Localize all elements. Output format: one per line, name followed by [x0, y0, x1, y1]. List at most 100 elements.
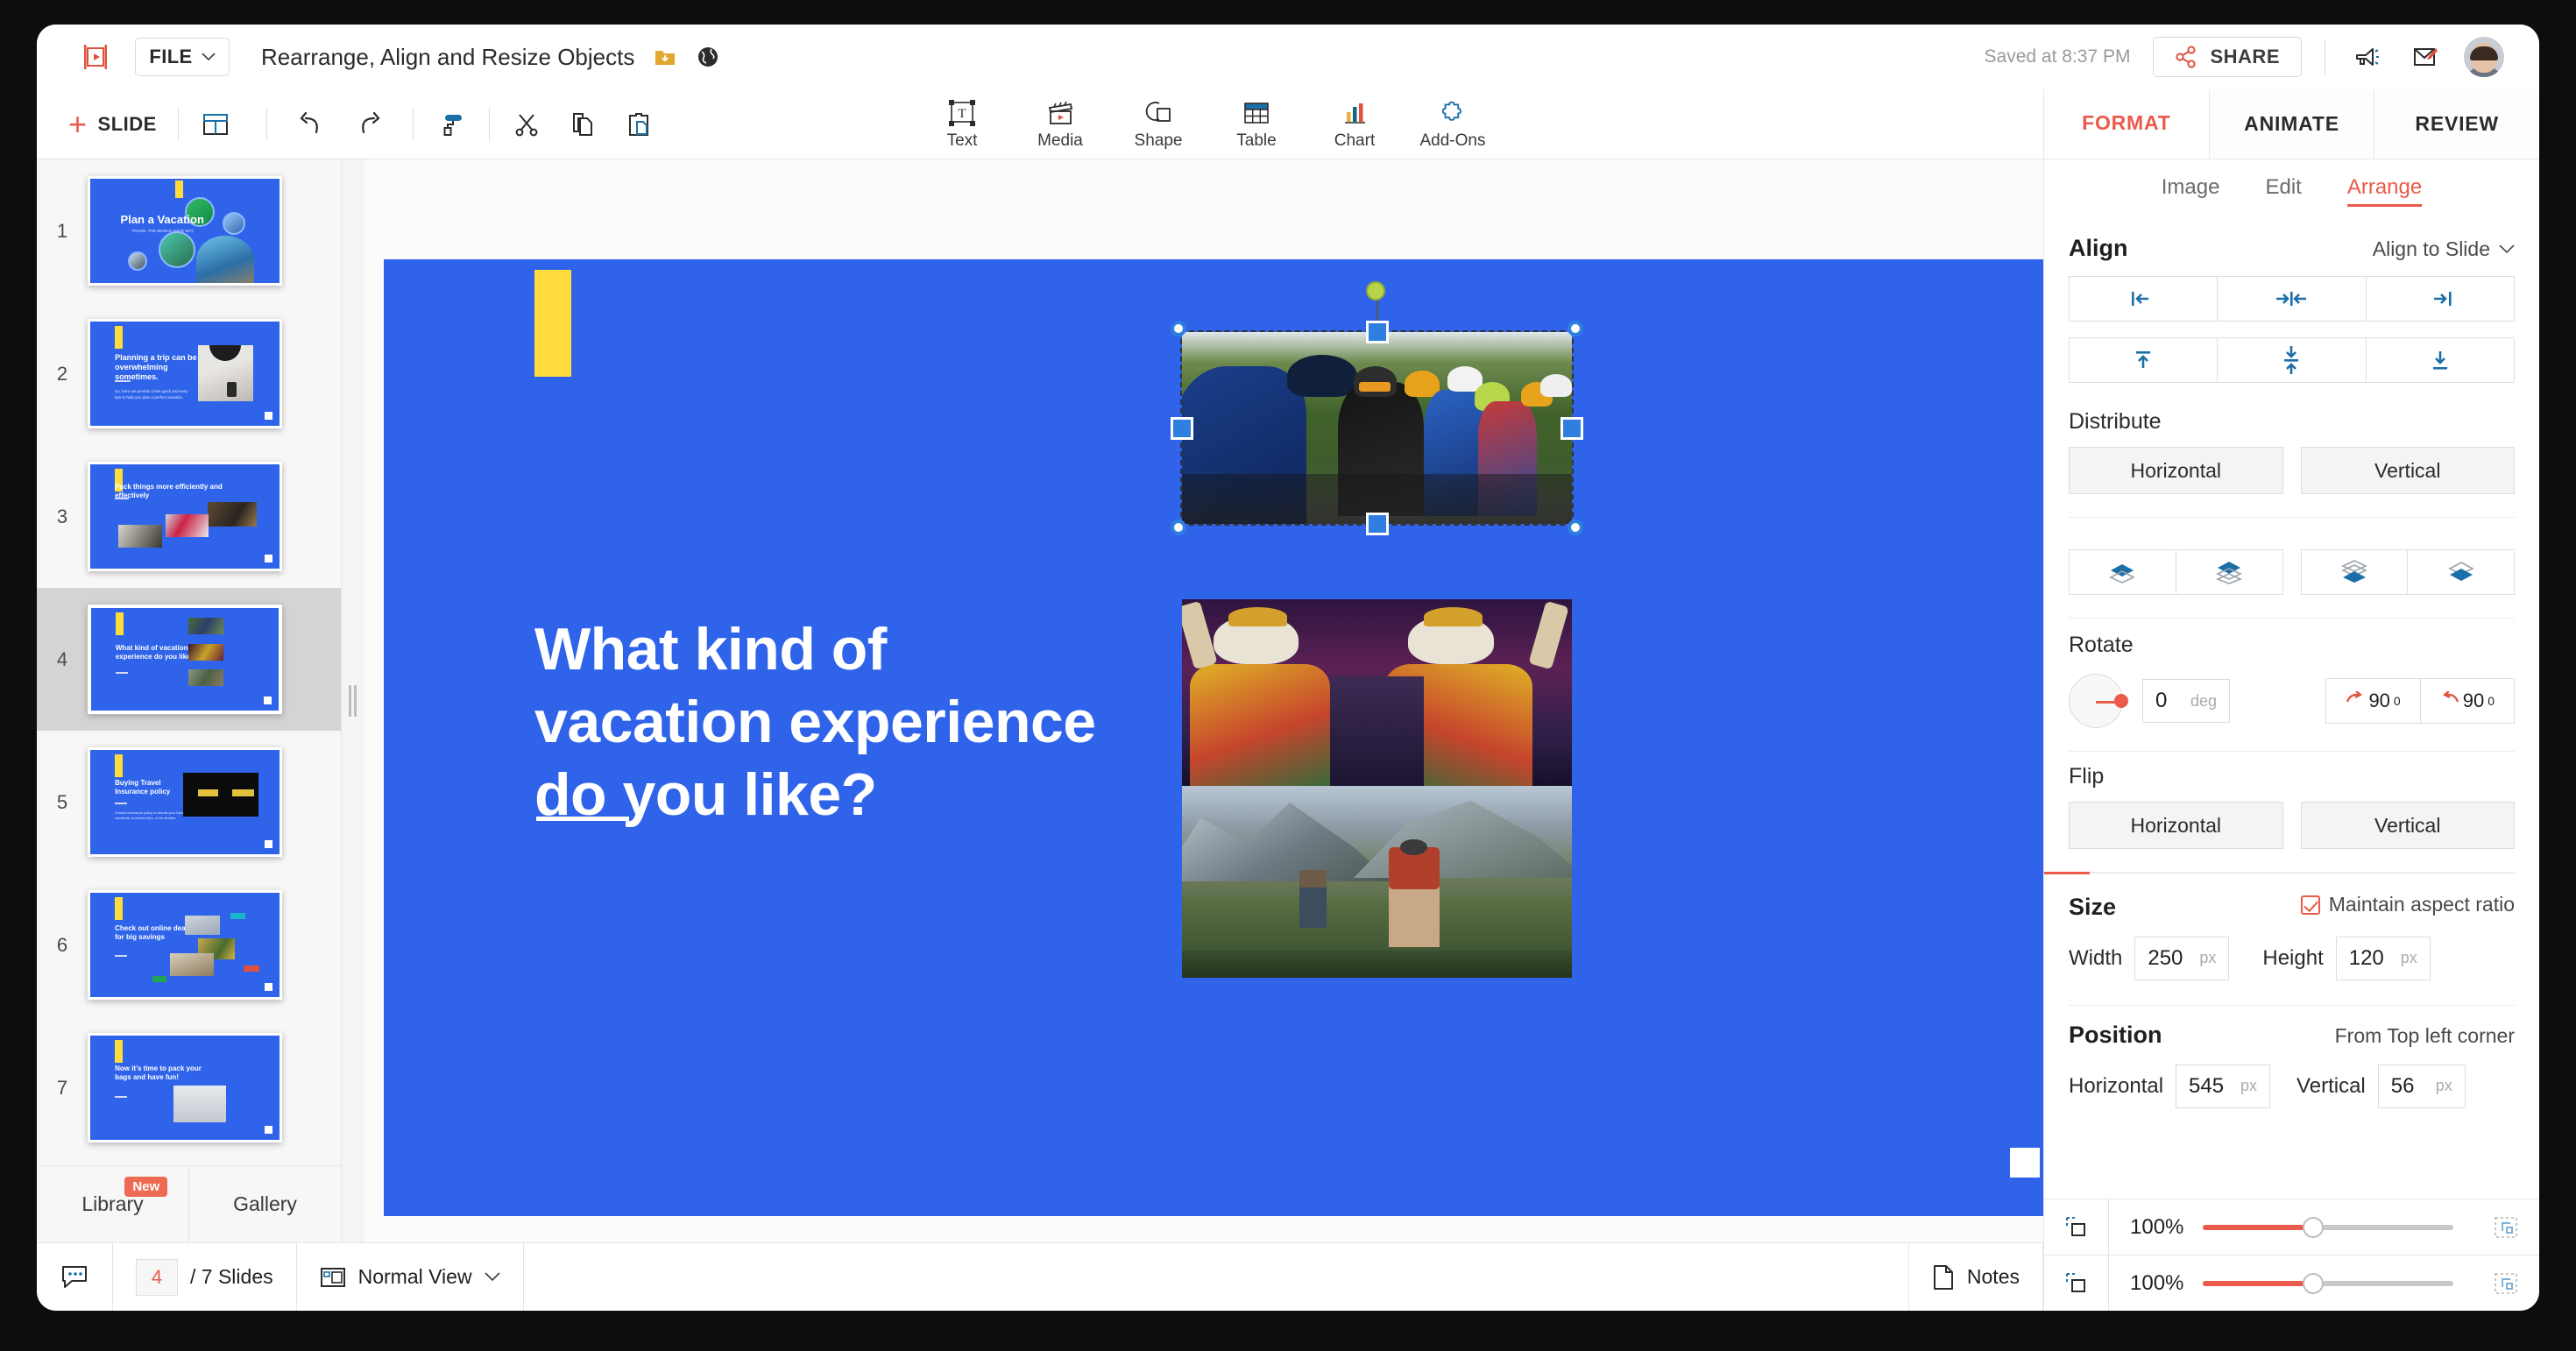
subtab-image[interactable]: Image	[2162, 175, 2220, 207]
current-slide-input[interactable]: 4	[136, 1258, 178, 1296]
slide-canvas[interactable]: What kind of vacation experience do you …	[384, 259, 2075, 1216]
align-bottom-button[interactable]	[2366, 337, 2515, 383]
align-center-horizontal-button[interactable]	[2218, 276, 2367, 322]
distribute-horizontal-button[interactable]: Horizontal	[2069, 447, 2283, 494]
fit-object-icon[interactable]	[2044, 1256, 2109, 1311]
share-button[interactable]: SHARE	[2153, 37, 2302, 77]
slide-thumbnail[interactable]: What kind of vacation experience do you …	[87, 604, 283, 715]
height-input[interactable]: 120 px	[2335, 936, 2431, 980]
resize-handle-bottom-right[interactable]	[1568, 520, 1583, 535]
insert-addons-button[interactable]: Add-Ons	[1404, 89, 1502, 159]
distribute-vertical-button[interactable]: Vertical	[2300, 447, 2515, 494]
tab-animate[interactable]: ANIMATE	[2208, 89, 2374, 159]
scissors-icon[interactable]	[504, 102, 549, 147]
subtab-edit[interactable]: Edit	[2265, 175, 2301, 207]
compose-icon[interactable]	[2406, 38, 2445, 76]
subtab-arrange[interactable]: Arrange	[2346, 175, 2423, 207]
slide-thumbnail[interactable]: Check out online deals for big savings	[88, 890, 282, 1000]
tab-review[interactable]: REVIEW	[2374, 89, 2539, 159]
insert-table-button[interactable]: Table	[1207, 89, 1306, 159]
slide-thumbnail-item-active[interactable]: 4 What kind of vacation experience do yo…	[37, 588, 341, 731]
tab-format[interactable]: FORMAT	[2044, 89, 2209, 159]
align-right-button[interactable]	[2366, 276, 2515, 322]
rotate-clockwise-button[interactable]: 90 0	[2325, 678, 2421, 724]
paste-icon[interactable]	[616, 102, 662, 147]
zoom-slider-knob[interactable]	[2303, 1216, 2325, 1238]
bring-forward-button[interactable]	[2069, 549, 2176, 595]
order-group-right	[2300, 549, 2515, 595]
rotate-handle[interactable]	[1365, 281, 1385, 301]
panel-tab-gallery[interactable]: Gallery	[188, 1166, 341, 1242]
align-middle-vertical-button[interactable]	[2218, 337, 2367, 383]
flip-horizontal-button[interactable]: Horizontal	[2069, 802, 2283, 849]
slide-thumbnail[interactable]: Now it's time to pack your bags and have…	[88, 1033, 282, 1142]
toolbar-divider	[488, 107, 490, 141]
comment-button[interactable]	[37, 1243, 112, 1312]
fit-screen-icon[interactable]	[2473, 1271, 2539, 1296]
slide-thumbnail[interactable]: Pack things more efficiently and effecti…	[88, 462, 282, 571]
resize-handle-middle-right[interactable]	[1560, 416, 1583, 440]
rotate-dial-knob[interactable]	[2114, 694, 2128, 708]
resize-handle-top-left[interactable]	[1171, 321, 1186, 336]
copy-icon[interactable]	[560, 102, 605, 147]
rotate-counterclockwise-button[interactable]: 90 0	[2420, 678, 2515, 724]
width-input[interactable]: 250 px	[2134, 936, 2230, 980]
position-horizontal-input[interactable]: 545 px	[2176, 1064, 2271, 1108]
fit-object-icon[interactable]	[2044, 1199, 2109, 1255]
send-to-back-button[interactable]	[2408, 549, 2515, 595]
zoom-slider[interactable]	[2203, 1272, 2453, 1294]
slide-layout-icon[interactable]	[193, 102, 238, 147]
presentation-logo-icon[interactable]	[75, 37, 116, 77]
panel-splitter[interactable]	[342, 159, 364, 1242]
slide-thumbnail-item[interactable]: 5 Buying Travel Insurance policy A trave…	[37, 731, 341, 874]
document-title[interactable]: Rearrange, Align and Resize Objects	[261, 44, 634, 71]
send-backward-button[interactable]	[2300, 549, 2409, 595]
align-top-button[interactable]	[2069, 337, 2219, 383]
resize-handle-bottom-center[interactable]	[1365, 513, 1389, 535]
file-menu-button[interactable]: FILE	[135, 38, 230, 76]
megaphone-icon[interactable]	[2348, 38, 2387, 76]
notes-button[interactable]: Notes	[1909, 1243, 2042, 1312]
maintain-aspect-ratio-toggle[interactable]: Maintain aspect ratio	[2300, 893, 2515, 916]
slide-thumbnail[interactable]: Buying Travel Insurance policy A travel …	[88, 747, 282, 857]
globe-icon[interactable]	[696, 45, 720, 69]
rotate-degrees-input[interactable]: 0 deg	[2142, 679, 2230, 723]
slide-thumbnail-item[interactable]: 2 Planning a trip can be overwhelming so…	[37, 302, 341, 445]
bring-to-front-button[interactable]	[2176, 549, 2283, 595]
resize-handle-middle-left[interactable]	[1171, 416, 1193, 440]
slide-thumbnail-list[interactable]: 1 Plan a Vacation TRAVEL THE WORLD YOUR …	[37, 159, 341, 1165]
slide-thumbnail-item[interactable]: 7 Now it's time to pack your bags and ha…	[37, 1016, 341, 1159]
undo-icon[interactable]	[287, 102, 332, 147]
fit-screen-icon[interactable]	[2473, 1215, 2539, 1240]
insert-text-button[interactable]: T Text	[913, 89, 1011, 159]
avatar[interactable]	[2464, 37, 2504, 77]
insert-media-button[interactable]: Media	[1011, 89, 1109, 159]
position-vertical-input[interactable]: 56 px	[2377, 1064, 2466, 1108]
slide-thumbnail-item[interactable]: 1 Plan a Vacation TRAVEL THE WORLD YOUR …	[37, 159, 341, 302]
view-mode-dropdown[interactable]: Normal View	[297, 1243, 523, 1312]
zoom-slider[interactable]	[2203, 1216, 2453, 1238]
zoom-slider-knob[interactable]	[2303, 1272, 2325, 1294]
maintain-aspect-ratio-checkbox[interactable]	[2300, 895, 2320, 915]
resize-handle-top-right[interactable]	[1568, 321, 1583, 336]
align-mode-dropdown[interactable]: Align to Slide	[2373, 237, 2515, 261]
rotate-dial[interactable]	[2069, 674, 2128, 728]
panel-tab-library[interactable]: New Library	[37, 1166, 188, 1242]
dancers-photo[interactable]	[1182, 599, 1572, 791]
folder-download-icon[interactable]	[654, 46, 676, 68]
align-left-button[interactable]	[2069, 276, 2219, 322]
add-slide-button[interactable]: + SLIDE	[68, 108, 157, 140]
slide-thumbnail[interactable]: Planning a trip can be overwhelming some…	[88, 319, 282, 428]
resize-handle-bottom-left[interactable]	[1171, 520, 1186, 535]
slide-title[interactable]: What kind of vacation experience do you …	[534, 613, 1096, 831]
resize-handle-top-center[interactable]	[1365, 321, 1389, 343]
slide-thumbnail[interactable]: Plan a Vacation TRAVEL THE WORLD YOUR WA…	[88, 176, 282, 286]
slide-thumbnail-item[interactable]: 6 Check out online deals for big savings	[37, 874, 341, 1016]
redo-icon[interactable]	[348, 102, 393, 147]
insert-chart-button[interactable]: Chart	[1306, 89, 1404, 159]
hiker-photo[interactable]	[1182, 786, 1572, 978]
slide-thumbnail-item[interactable]: 3 Pack things more efficiently and effec…	[37, 445, 341, 588]
paint-roller-icon[interactable]	[431, 102, 477, 147]
flip-vertical-button[interactable]: Vertical	[2300, 802, 2515, 849]
insert-shape-button[interactable]: Shape	[1109, 89, 1207, 159]
